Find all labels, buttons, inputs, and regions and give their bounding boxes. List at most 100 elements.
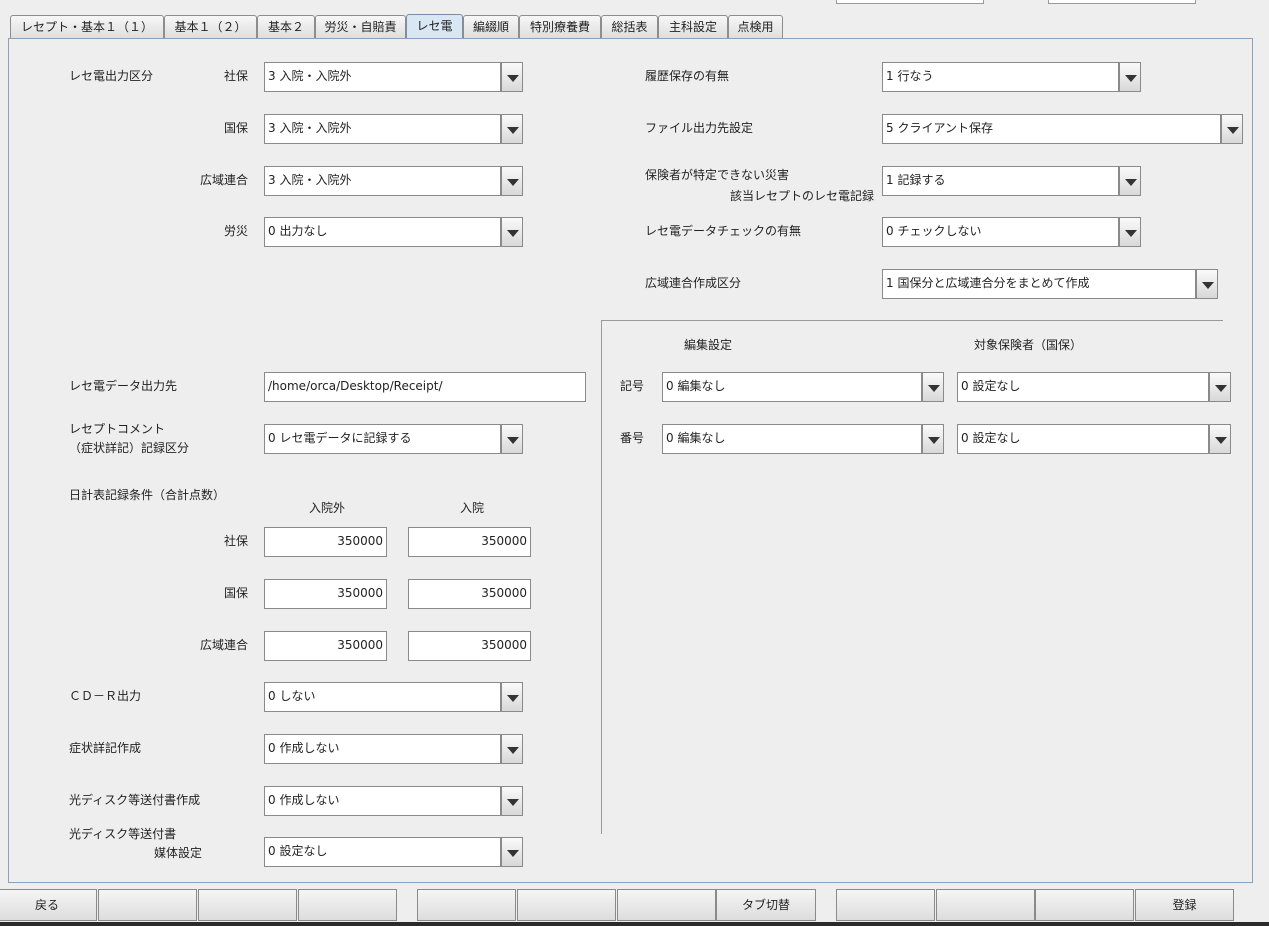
- bangou-target-select[interactable]: 0 設定なし: [957, 424, 1231, 454]
- history-select[interactable]: 1 行なう: [882, 62, 1141, 92]
- shaho-dropdown-button[interactable]: [501, 62, 523, 92]
- check-label: レセ電データチェックの有無: [645, 224, 802, 238]
- tab-receipt-basic1-1[interactable]: レセプト・基本１（１）: [10, 15, 164, 38]
- bangou-edit-dropdown-button[interactable]: [922, 424, 944, 454]
- cdr-dropdown-button[interactable]: [501, 682, 523, 712]
- output-section-label: レセ電出力区分: [69, 69, 154, 83]
- bangou-edit-value: 0 編集なし: [662, 424, 922, 454]
- f2-button[interactable]: [98, 889, 197, 921]
- tab-basic1-2[interactable]: 基本１（２）: [164, 15, 257, 38]
- kokuho-label: 国保: [223, 121, 248, 135]
- cdr-label: ＣＤ－Ｒ出力: [69, 689, 142, 703]
- symptom-label: 症状詳記作成: [69, 741, 142, 755]
- section-divider-horizontal: [601, 320, 1223, 321]
- wide-dropdown-button[interactable]: [1196, 269, 1218, 299]
- f10-button[interactable]: [936, 889, 1035, 921]
- symptom-select[interactable]: 0 作成しない: [264, 734, 523, 764]
- daily-koiki-outpatient-input[interactable]: 350000: [264, 631, 387, 661]
- chevron-down-icon: [507, 75, 519, 82]
- comment-dropdown-button[interactable]: [501, 424, 523, 454]
- chevron-down-icon: [1125, 179, 1137, 186]
- tab-rosai[interactable]: 労災・自賠責: [315, 15, 406, 38]
- koiki-label: 広域連合: [199, 173, 248, 187]
- tab-binding-order[interactable]: 編綴順: [463, 15, 519, 38]
- daily-shaho-inpatient-input[interactable]: 350000: [408, 527, 531, 557]
- tab-basic2[interactable]: 基本２: [257, 15, 315, 38]
- koiki-output-select[interactable]: 3 入院・入院外: [264, 166, 523, 196]
- disk-media-select[interactable]: 0 設定なし: [264, 837, 523, 867]
- tab-rece-den[interactable]: レセ電: [406, 14, 463, 39]
- cdr-select[interactable]: 0 しない: [264, 682, 523, 712]
- rosai-output-select[interactable]: 0 出力なし: [264, 217, 523, 247]
- f5-button[interactable]: [417, 889, 516, 921]
- rosai-dropdown-button[interactable]: [501, 217, 523, 247]
- wide-select[interactable]: 1 国保分と広域連合分をまとめて作成: [882, 269, 1218, 299]
- file-dest-dropdown-button[interactable]: [1221, 114, 1243, 144]
- shaho-output-select[interactable]: 3 入院・入院外: [264, 62, 523, 92]
- bangou-target-dropdown-button[interactable]: [1209, 424, 1231, 454]
- rosai-output-value: 0 出力なし: [264, 217, 501, 247]
- daily-kokuho-inpatient-input[interactable]: 350000: [408, 579, 531, 609]
- check-dropdown-button[interactable]: [1119, 217, 1141, 247]
- f7-button[interactable]: [617, 889, 716, 921]
- top-field-2[interactable]: [1048, 0, 1196, 4]
- chevron-down-icon: [507, 695, 519, 702]
- f11-button[interactable]: [1035, 889, 1134, 921]
- disk-media-dropdown-button[interactable]: [501, 837, 523, 867]
- koiki-dropdown-button[interactable]: [501, 166, 523, 196]
- daily-shaho-label: 社保: [223, 534, 248, 548]
- kigou-target-dropdown-button[interactable]: [1209, 372, 1231, 402]
- data-dest-label: レセ電データ出力先: [69, 379, 178, 393]
- kokuho-output-select[interactable]: 3 入院・入院外: [264, 114, 523, 144]
- chevron-down-icon: [507, 179, 519, 186]
- tab-inspection[interactable]: 点検用: [728, 15, 783, 38]
- chevron-down-icon: [507, 747, 519, 754]
- disk-doc-label: 光ディスク等送付書作成: [69, 793, 201, 807]
- chevron-down-icon: [1227, 127, 1239, 134]
- chevron-down-icon: [1202, 282, 1214, 289]
- tab-main-dept[interactable]: 主科設定: [658, 15, 728, 38]
- kigou-target-select[interactable]: 0 設定なし: [957, 372, 1231, 402]
- comment-record-value: 0 レセ電データに記録する: [264, 424, 501, 454]
- daily-koiki-label: 広域連合: [199, 638, 248, 652]
- chevron-down-icon: [1125, 75, 1137, 82]
- daily-koiki-inpatient-input[interactable]: 350000: [408, 631, 531, 661]
- file-dest-label: ファイル出力先設定: [645, 121, 754, 135]
- tab-special-care[interactable]: 特別療養費: [519, 15, 601, 38]
- kigou-edit-select[interactable]: 0 編集なし: [662, 372, 944, 402]
- daily-record-label: 日計表記録条件（合計点数）: [69, 488, 226, 502]
- disk-doc-select[interactable]: 0 作成しない: [264, 786, 523, 816]
- kokuho-output-value: 3 入院・入院外: [264, 114, 501, 144]
- chevron-down-icon: [1125, 230, 1137, 237]
- f9-button[interactable]: [836, 889, 935, 921]
- kokuho-dropdown-button[interactable]: [501, 114, 523, 144]
- symptom-dropdown-button[interactable]: [501, 734, 523, 764]
- register-button[interactable]: 登録: [1135, 889, 1234, 921]
- f3-button[interactable]: [198, 889, 297, 921]
- chevron-down-icon: [928, 385, 940, 392]
- disaster-select[interactable]: 1 記録する: [882, 166, 1141, 196]
- daily-shaho-outpatient-input[interactable]: 350000: [264, 527, 387, 557]
- top-field-1[interactable]: [836, 0, 984, 4]
- f4-button[interactable]: [298, 889, 397, 921]
- tab-summary[interactable]: 総括表: [601, 15, 658, 38]
- comment-record-select[interactable]: 0 レセ電データに記録する: [264, 424, 523, 454]
- history-dropdown-button[interactable]: [1119, 62, 1141, 92]
- bangou-edit-select[interactable]: 0 編集なし: [662, 424, 944, 454]
- check-select[interactable]: 0 チェックしない: [882, 217, 1141, 247]
- file-dest-select[interactable]: 5 クライアント保存: [882, 114, 1243, 144]
- settings-panel: [8, 38, 1253, 883]
- daily-kokuho-outpatient-input[interactable]: 350000: [264, 579, 387, 609]
- disaster-dropdown-button[interactable]: [1119, 166, 1141, 196]
- koiki-output-value: 3 入院・入院外: [264, 166, 501, 196]
- disk-doc-dropdown-button[interactable]: [501, 786, 523, 816]
- kigou-label: 記号: [620, 379, 645, 393]
- data-dest-input[interactable]: /home/orca/Desktop/Receipt/: [264, 372, 586, 402]
- comment-label-2: （症状詳記）記録区分: [69, 441, 190, 455]
- kigou-edit-dropdown-button[interactable]: [922, 372, 944, 402]
- rosai-label: 労災: [223, 224, 248, 238]
- tab-switch-button[interactable]: タブ切替: [716, 889, 816, 921]
- back-button[interactable]: 戻る: [0, 889, 97, 921]
- disaster-label-2: 該当レセプトのレセ電記録: [729, 189, 874, 203]
- f6-button[interactable]: [517, 889, 616, 921]
